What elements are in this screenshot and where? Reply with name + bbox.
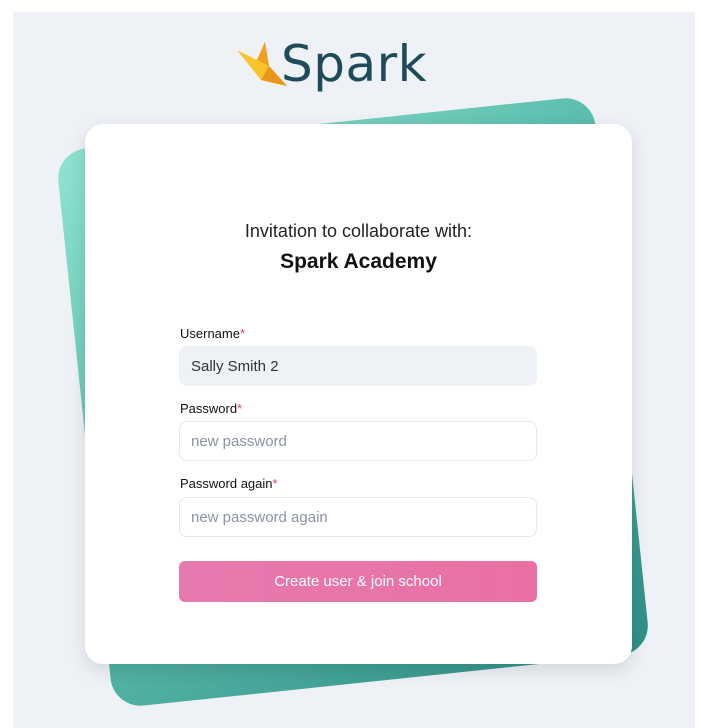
password-again-input[interactable] [179,497,537,537]
create-user-button[interactable]: Create user & join school [179,561,537,602]
required-marker: * [272,476,278,491]
required-marker: * [237,401,243,416]
page-background: Spark Invitation to collaborate with: Sp… [13,12,695,728]
invite-text: Invitation to collaborate with: [244,221,473,241]
required-marker: * [239,326,246,341]
password-input[interactable] [179,421,537,461]
username-label: Username* [180,326,246,341]
spark-logo: Spark [235,34,435,94]
brand-name: Spark [281,35,428,93]
password-again-label: Password again* [180,476,278,491]
password-label: Password* [180,401,243,416]
invite-card: Invitation to collaborate with: Spark Ac… [85,124,632,664]
username-input[interactable] [179,346,537,386]
school-name: Spark Academy [280,250,437,273]
